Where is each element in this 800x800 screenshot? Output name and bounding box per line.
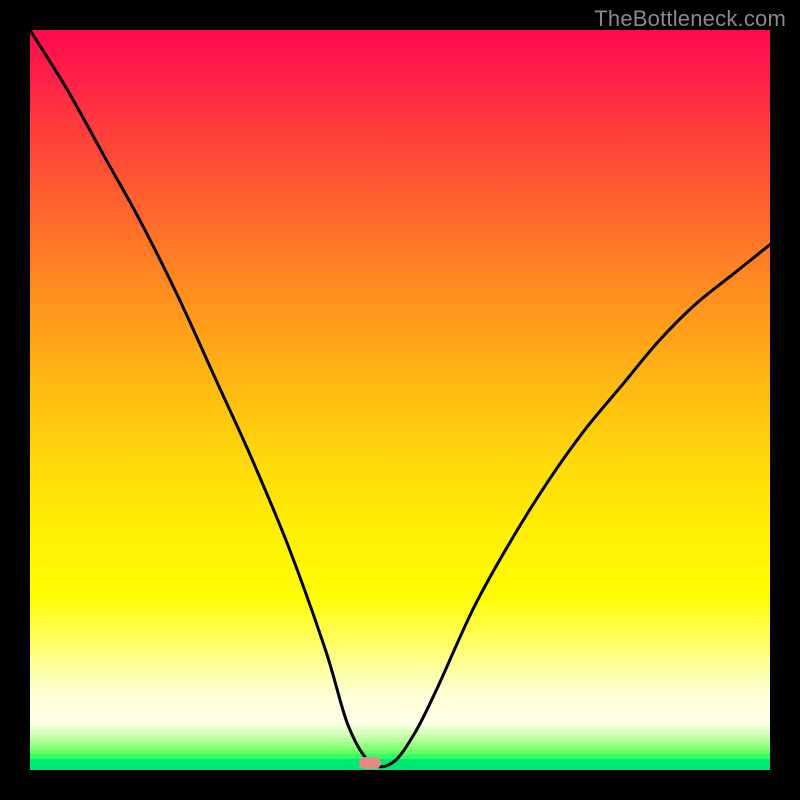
- attribution-text: TheBottleneck.com: [594, 6, 786, 32]
- plot-area: [30, 30, 770, 770]
- bottleneck-curve: [30, 30, 770, 767]
- curve-svg: [30, 30, 770, 770]
- minimum-marker: [359, 757, 381, 769]
- chart-frame: TheBottleneck.com: [0, 0, 800, 800]
